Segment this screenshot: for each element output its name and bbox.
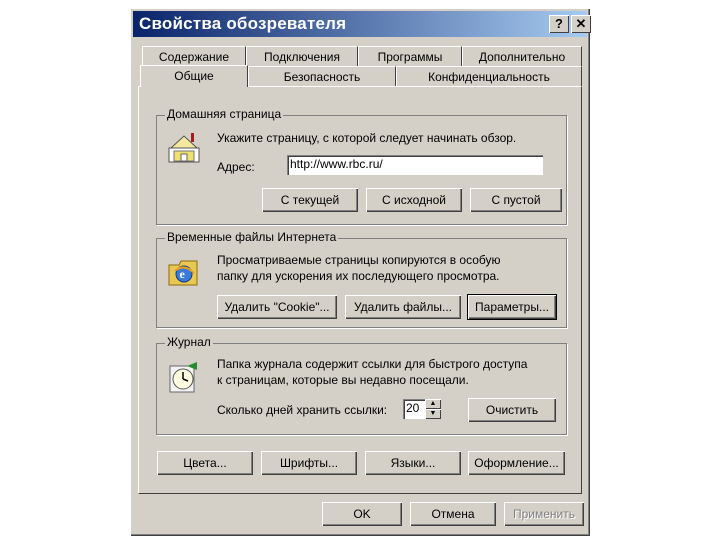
history-group: Журнал Папка журнала содержит ссылки для… [156,335,567,435]
history-clock-icon [169,362,197,393]
home-page-group: Домашняя страница Укажите страницу, с ко… [156,107,567,225]
use-default-button[interactable]: С исходной [366,188,462,212]
tab-programs[interactable]: Программы [358,46,462,66]
days-spinner[interactable]: ▲ ▼ [425,399,441,419]
history-legend: Журнал [165,335,213,349]
use-current-button[interactable]: С текущей [262,188,358,212]
temp-files-legend: Временные файлы Интернета [165,230,339,244]
title-bar: Свойства обозревателя ? ✕ [133,11,591,37]
home-description: Укажите страницу, с которой следует начи… [217,131,517,145]
svg-text:e: e [180,267,186,281]
accessibility-button[interactable]: Оформление... [468,451,565,475]
days-label: Сколько дней хранить ссылки: [217,403,388,417]
address-input[interactable]: http://www.rbc.ru/ [287,155,543,175]
delete-files-button[interactable]: Удалить файлы... [345,295,461,319]
window-title: Свойства обозревателя [139,14,347,33]
delete-cookies-button[interactable]: Удалить "Cookie"... [217,295,337,319]
temp-files-group: Временные файлы Интернета e Просматривае… [156,230,567,328]
fonts-button[interactable]: Шрифты... [261,451,357,475]
clear-history-button[interactable]: Очистить [468,398,556,422]
ok-button[interactable]: OK [322,502,402,526]
internet-options-dialog: Свойства обозревателя ? ✕ Содержание Под… [130,8,591,536]
home-page-legend: Домашняя страница [165,107,284,121]
general-tab-panel: Домашняя страница Укажите страницу, с ко… [138,86,582,494]
address-label: Адрес: [217,160,255,174]
temp-settings-button[interactable]: Параметры... [468,295,556,319]
cancel-button[interactable]: Отмена [410,502,496,526]
history-description-line2: к страницам, которые вы недавно посещали… [217,373,469,387]
languages-button[interactable]: Языки... [365,451,461,475]
tab-advanced[interactable]: Дополнительно [462,46,582,66]
spin-up-icon[interactable]: ▲ [425,399,441,409]
use-blank-button[interactable]: С пустой [470,188,562,212]
colors-button[interactable]: Цвета... [157,451,253,475]
apply-button[interactable]: Применить [504,502,584,526]
ie-temp-files-icon: e [168,260,198,286]
spin-down-icon[interactable]: ▼ [425,409,441,419]
help-button[interactable]: ? [549,15,569,33]
tab-security[interactable]: Безопасность [248,66,396,86]
tab-general[interactable]: Общие [140,65,248,87]
close-button[interactable]: ✕ [571,15,591,33]
tab-content[interactable]: Содержание [142,46,246,66]
home-page-icon [168,133,200,163]
tab-connections[interactable]: Подключения [246,46,358,66]
temp-description-line1: Просматриваемые страницы копируются в ос… [217,253,501,267]
days-input[interactable]: 20 [403,399,425,419]
temp-description-line2: папку для ускорения их последующего прос… [217,269,500,283]
history-description-line1: Папка журнала содержит ссылки для быстро… [217,357,528,371]
tab-privacy[interactable]: Конфиденциальность [396,66,582,86]
